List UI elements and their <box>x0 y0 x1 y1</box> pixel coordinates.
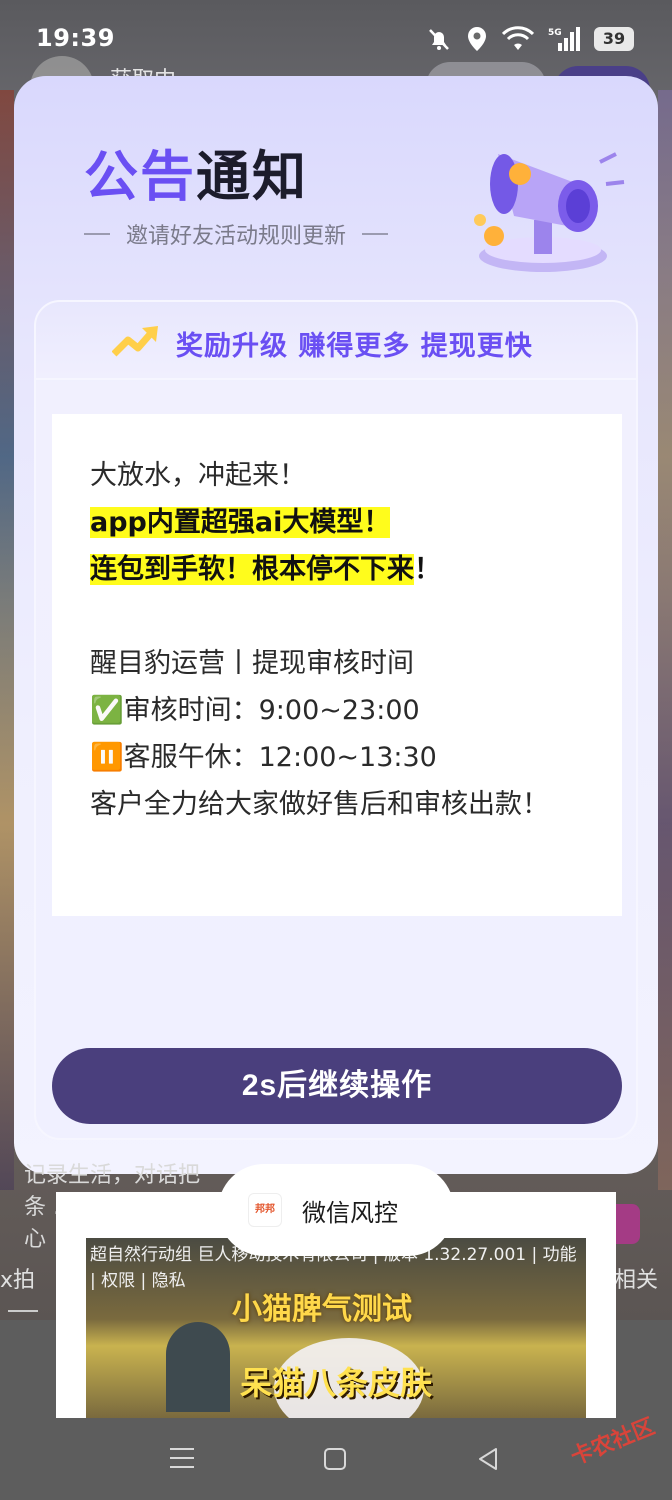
signal-5g-icon: 5G <box>548 27 580 51</box>
location-icon <box>468 27 486 51</box>
status-icons: 5G 39 <box>426 26 634 52</box>
content-line-3-tail: ！ <box>414 554 441 585</box>
content-line-1: 大放水，冲起来！ <box>90 460 306 491</box>
content-line-7: 客户全力给大家做好售后和审核出款！ <box>90 789 549 820</box>
status-bar: 19:39 5G 39 <box>0 0 672 78</box>
ad-door-graphic <box>166 1322 230 1412</box>
background-divider <box>8 1310 38 1312</box>
background-right-tab: 相关 <box>614 1268 659 1293</box>
content-blank-line <box>90 593 584 640</box>
trend-up-icon <box>112 326 158 357</box>
status-time: 19:39 <box>36 24 115 52</box>
battery-indicator: 39 <box>594 27 634 51</box>
announcement-content: 大放水，冲起来！ app内置超强ai大模型！ 连包到手软！根本停不下来！ 醒目豹… <box>52 414 622 916</box>
popup-subtitle: 邀请好友活动规则更新 <box>84 218 389 250</box>
ad-image[interactable]: 超自然行动组 巨人移动技术有限公司 | 版本 1.32.27.001 | 功能 … <box>86 1238 586 1418</box>
popup-title-rest: 通知 <box>196 145 308 208</box>
megaphone-icon <box>474 152 625 272</box>
popup-title-highlight: 公告 <box>84 145 196 208</box>
popup-subtitle-text: 邀请好友活动规则更新 <box>126 224 347 249</box>
ad-caption: 呆猫八条皮肤 <box>240 1364 433 1402</box>
subtitle-left-dash <box>84 233 110 235</box>
reward-upgrade-panel: 奖励升级 赚得更多 提现更快 大放水，冲起来！ app内置超强ai大模型！ 连包… <box>34 300 638 1140</box>
navigation-bar <box>0 1418 672 1500</box>
subtitle-right-dash <box>362 233 389 235</box>
menu-icon[interactable] <box>170 1448 194 1468</box>
content-line-5: ✅审核时间：9:00~23:00 <box>90 695 420 726</box>
svg-text:5G: 5G <box>548 28 562 38</box>
content-line-6: ⏸️客服午休：12:00~13:30 <box>90 742 437 773</box>
back-icon[interactable] <box>476 1446 500 1472</box>
upgrade-banner: 奖励升级 赚得更多 提现更快 <box>36 302 636 380</box>
popup-title: 公告通知 <box>84 132 308 211</box>
background-left-tab: x拍 <box>0 1268 36 1293</box>
toast-notification: 邦邦 微信风控 <box>218 1164 454 1256</box>
app-logo-icon: 邦邦 <box>248 1193 282 1227</box>
toast-text: 微信风控 <box>302 1198 398 1227</box>
home-icon[interactable] <box>324 1448 346 1470</box>
content-line-2-highlight: app内置超强ai大模型！ <box>90 507 391 538</box>
background-caption-line: 记录生活，对话把 <box>24 1163 201 1188</box>
ad-game-title: 小猫脾气测试 <box>232 1292 412 1327</box>
background-right-strip <box>658 90 672 1190</box>
mute-bell-icon <box>429 29 449 50</box>
background-left-strip <box>0 90 14 1190</box>
announcement-popup: 公告通知 邀请好友活动规则更新 奖励升级 赚得更多 提现更快 大放水，冲起来！ <box>14 76 658 1174</box>
content-line-3-highlight: 连包到手软！根本停不下来 <box>90 554 414 585</box>
wifi-icon <box>502 26 534 50</box>
upgrade-banner-text: 奖励升级 赚得更多 提现更快 <box>176 331 533 362</box>
content-line-4: 醒目豹运营丨提现审核时间 <box>90 648 414 679</box>
continue-button[interactable]: 2s后继续操作 <box>52 1048 622 1124</box>
